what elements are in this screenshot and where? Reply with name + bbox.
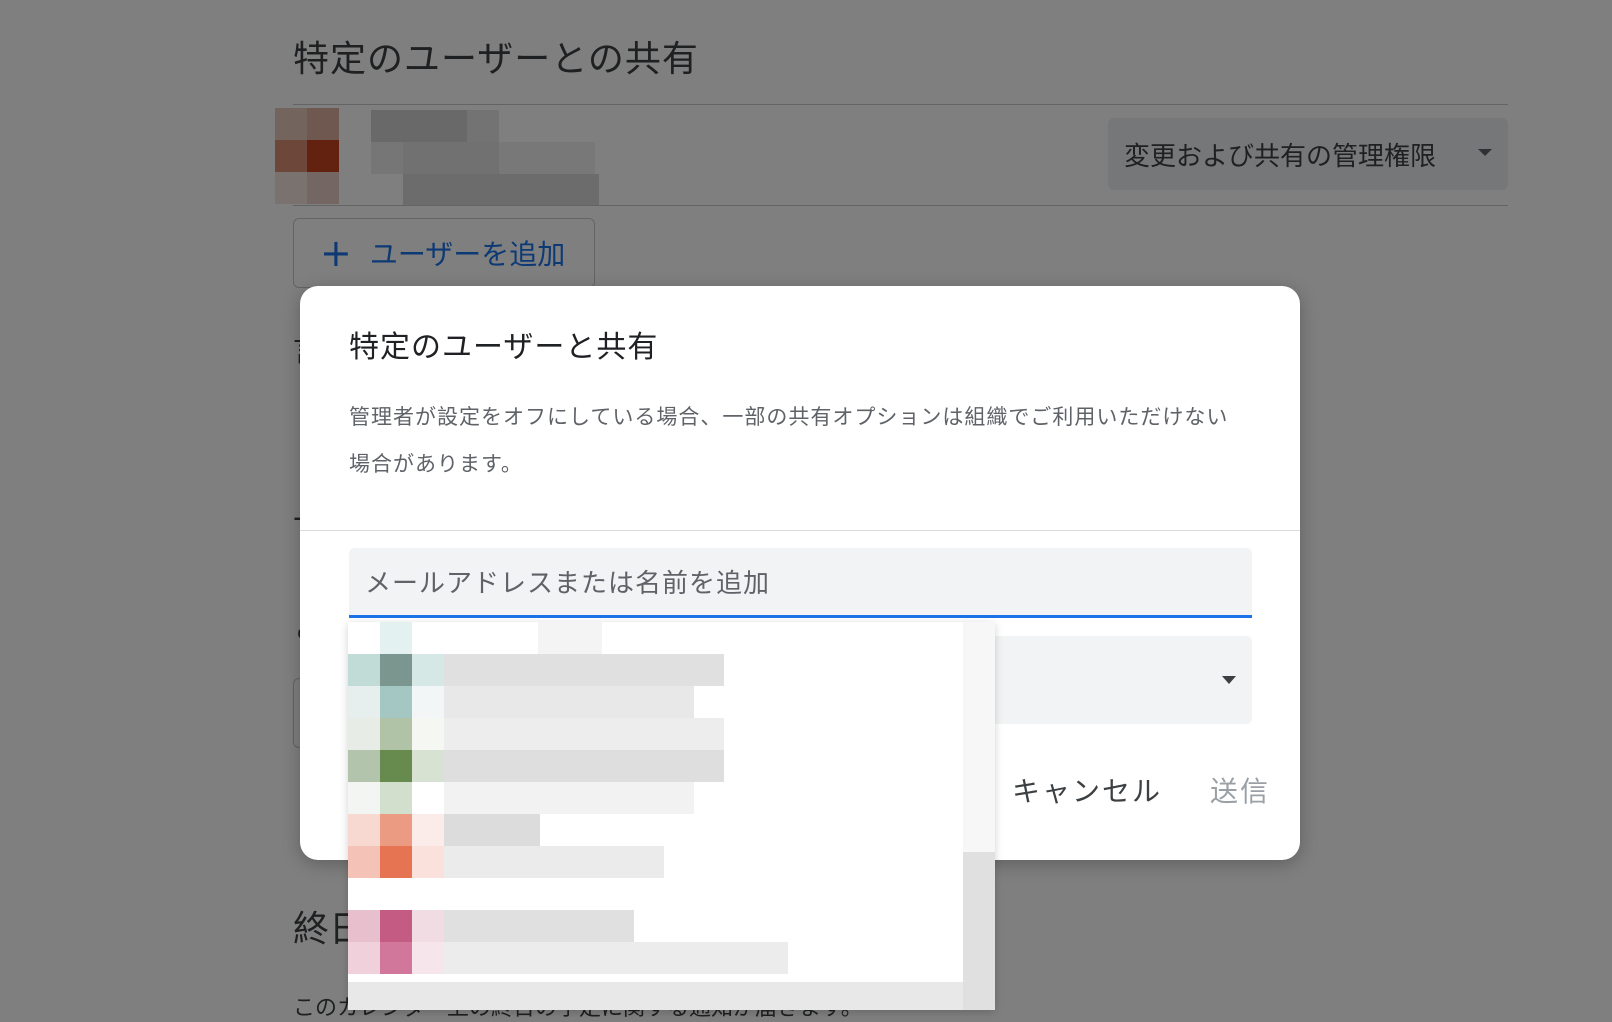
list-item[interactable] [348, 622, 968, 654]
list-item[interactable] [348, 910, 968, 942]
email-placeholder: メールアドレスまたは名前を追加 [365, 569, 771, 599]
contact-suggestions-dropdown [348, 622, 995, 1010]
email-input[interactable]: メールアドレスまたは名前を追加 [349, 548, 1252, 618]
list-item[interactable] [348, 654, 968, 686]
cancel-button[interactable]: キャンセル [1012, 770, 1162, 810]
divider [300, 530, 1300, 531]
list-item[interactable] [348, 814, 968, 846]
list-item[interactable] [348, 718, 968, 750]
list-footer [348, 982, 963, 1010]
list-item[interactable] [348, 686, 968, 718]
list-item[interactable] [348, 750, 968, 782]
list-item[interactable] [348, 782, 968, 814]
dialog-description: 管理者が設定をオフにしている場合、一部の共有オプションは組織でご利用いただけない… [349, 405, 1229, 476]
list-item[interactable] [348, 846, 968, 878]
send-button[interactable]: 送信 [1210, 770, 1270, 810]
dialog-title: 特定のユーザーと共有 [349, 330, 659, 365]
list-item[interactable] [348, 942, 968, 974]
scrollbar[interactable] [963, 622, 995, 1010]
calendar-settings-page: 特定のユーザーとの共有 変更および共有の管理権限 + ユーザーを追加 言 - [0, 0, 1612, 1022]
chevron-down-icon [1222, 676, 1236, 684]
scrollbar-thumb[interactable] [963, 852, 995, 1010]
